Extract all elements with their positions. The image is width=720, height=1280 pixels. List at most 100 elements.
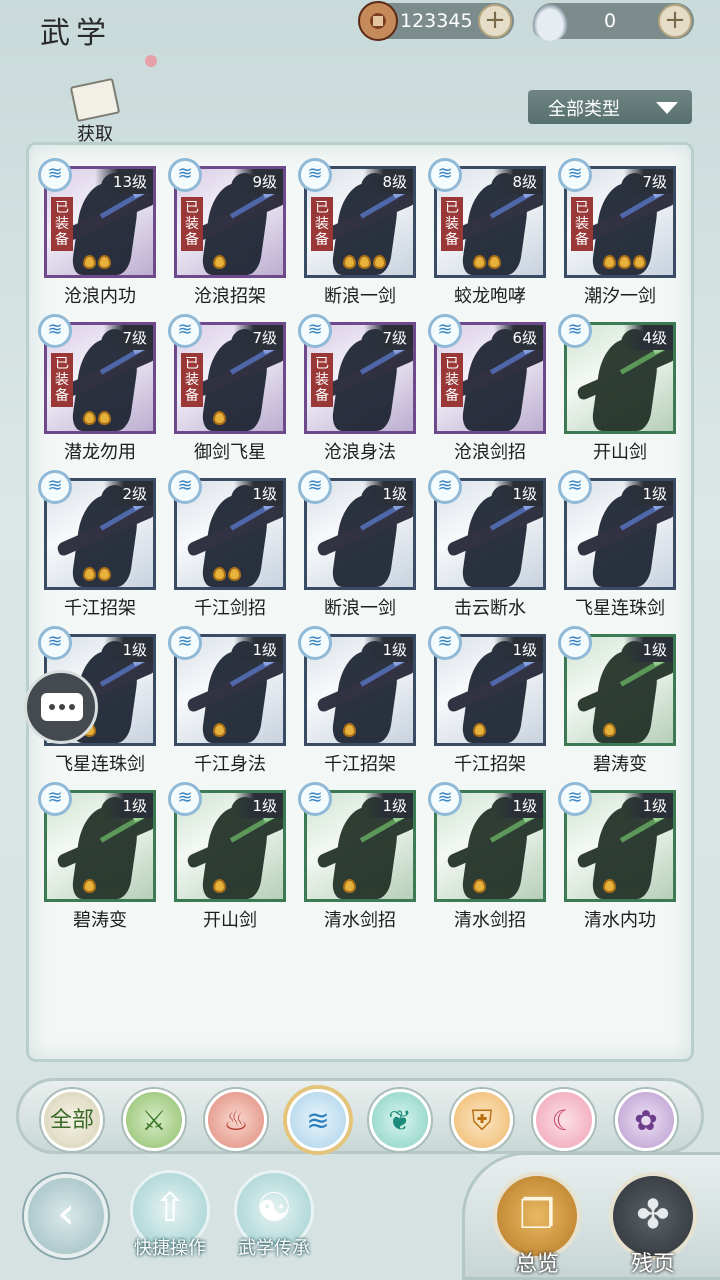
flame-pip-icon [213, 567, 226, 581]
back-button[interactable]: ‹ [24, 1174, 108, 1258]
category-c4[interactable]: ≋ [287, 1089, 349, 1151]
tab-overview[interactable]: ❐ 总览 [490, 1172, 584, 1278]
flame-pip-icon [473, 255, 486, 269]
skill-name: 碧涛变 [593, 754, 647, 775]
chevron-left-icon: ‹ [57, 1188, 75, 1239]
skill-name: 清水剑招 [324, 910, 396, 931]
equipped-tag: 已装备 [441, 197, 463, 251]
skill-card[interactable]: 4级 ≋ 开山剑 [558, 314, 676, 472]
skill-name: 千江身法 [194, 754, 266, 775]
skill-card[interactable]: 1级 ≋ 清水内功 [558, 782, 676, 940]
skill-level: 1级 [234, 793, 283, 818]
wave-school-icon: ≋ [298, 626, 332, 660]
skill-level: 9级 [234, 169, 283, 194]
skill-card[interactable]: 9级 已装备 ≋ 沧浪招架 [168, 158, 286, 316]
star-pips [603, 879, 616, 895]
skill-card[interactable]: 1级 ≋ 清水剑招 [428, 782, 546, 940]
star-pips [473, 879, 486, 895]
book-icon [69, 77, 121, 123]
copper-coin-value: 123345 [400, 10, 473, 32]
skill-card[interactable]: 1级 ≋ 飞星连珠剑 [558, 470, 676, 628]
skill-card[interactable]: 1级 ≋ 千江剑招 [168, 470, 286, 628]
skill-card[interactable]: 1级 ≋ 千江招架 [428, 626, 546, 784]
silver-ingot-icon [530, 1, 570, 41]
flame-pip-icon [213, 879, 226, 893]
star-pips [343, 723, 356, 739]
skill-card[interactable]: 1级 ≋ 击云断水 [428, 470, 546, 628]
skill-level: 1级 [364, 637, 413, 662]
star-pips [213, 567, 241, 583]
wave-school-icon: ≋ [38, 314, 72, 348]
wave-school-icon: ≋ [298, 314, 332, 348]
skill-level: 8级 [494, 169, 543, 194]
flame-pip-icon [618, 255, 631, 269]
category-c3[interactable]: ♨ [205, 1089, 267, 1151]
skill-card[interactable]: 8级 已装备 ≋ 蛟龙咆哮 [428, 158, 546, 316]
flame-pip-icon [213, 255, 226, 269]
category-all[interactable]: 全部 [41, 1089, 103, 1151]
add-silver-button[interactable]: + [658, 4, 692, 38]
skill-name: 沧浪内功 [64, 286, 136, 307]
skill-card[interactable]: 1级 ≋ 清水剑招 [298, 782, 416, 940]
skill-card[interactable]: 7级 已装备 ≋ 潜龙勿用 [38, 314, 156, 472]
category-c6[interactable]: ⛨ [451, 1089, 513, 1151]
wave-school-icon: ≋ [558, 314, 592, 348]
skill-level: 1级 [104, 637, 153, 662]
type-filter-label: 全部类型 [548, 99, 620, 120]
skill-card[interactable]: 6级 已装备 ≋ 沧浪剑招 [428, 314, 546, 472]
flame-pip-icon [473, 723, 486, 737]
silver-ingot-value: 0 [604, 10, 617, 32]
wave-school-icon: ≋ [38, 626, 72, 660]
flower-icon: ✿ [634, 1104, 658, 1137]
skill-card[interactable]: 7级 已装备 ≋ 御剑飞星 [168, 314, 286, 472]
skill-card[interactable]: 1级 ≋ 碧涛变 [38, 782, 156, 940]
flame-pip-icon [373, 255, 386, 269]
skill-name: 蛟龙咆哮 [454, 286, 526, 307]
acquire-button[interactable]: 获取 [60, 77, 130, 145]
tab-fragments[interactable]: ✤ 残页 [606, 1172, 700, 1278]
category-c8[interactable]: ✿ [615, 1089, 677, 1151]
skill-name: 千江招架 [64, 598, 136, 619]
skill-name: 清水剑招 [454, 910, 526, 931]
star-pips [473, 255, 501, 271]
category-c7[interactable]: ☾ [533, 1089, 595, 1151]
skill-level: 1级 [364, 481, 413, 506]
flame-pip-icon [98, 255, 111, 269]
skill-level: 4级 [624, 325, 673, 350]
skill-name: 碧涛变 [73, 910, 127, 931]
skill-level: 1级 [624, 637, 673, 662]
flame-pip-icon [603, 723, 616, 737]
skill-level: 1级 [234, 481, 283, 506]
skill-level: 6级 [494, 325, 543, 350]
skill-card[interactable]: 1级 ≋ 断浪一剑 [298, 470, 416, 628]
skill-card[interactable]: 1级 ≋ 千江身法 [168, 626, 286, 784]
silver-ingot-counter: 0 + [530, 1, 694, 41]
wave-school-icon: ≋ [38, 158, 72, 192]
wave-school-icon: ≋ [428, 314, 462, 348]
skill-card[interactable]: 8级 已装备 ≋ 断浪一剑 [298, 158, 416, 316]
type-filter-dropdown[interactable]: 全部类型 [528, 90, 692, 124]
skill-card[interactable]: 13级 已装备 ≋ 沧浪内功 [38, 158, 156, 316]
inherit-button[interactable]: ☯ 武学传承 [228, 1170, 320, 1260]
skill-card[interactable]: 7级 已装备 ≋ 沧浪身法 [298, 314, 416, 472]
skill-level: 1级 [104, 793, 153, 818]
skill-card[interactable]: 1级 ≋ 碧涛变 [558, 626, 676, 784]
chat-button[interactable] [24, 670, 98, 744]
skill-card[interactable]: 1级 ≋ 千江招架 [298, 626, 416, 784]
category-c5[interactable]: ❦ [369, 1089, 431, 1151]
skill-card[interactable]: 2级 ≋ 千江招架 [38, 470, 156, 628]
skill-card[interactable]: 7级 已装备 ≋ 潮汐一剑 [558, 158, 676, 316]
add-copper-button[interactable]: + [478, 4, 512, 38]
skill-name: 千江招架 [324, 754, 396, 775]
star-pips [343, 255, 386, 271]
skill-card[interactable]: 1级 ≋ 开山剑 [168, 782, 286, 940]
skill-level: 7级 [234, 325, 283, 350]
category-c2[interactable]: ⚔ [123, 1089, 185, 1151]
skill-name: 沧浪招架 [194, 286, 266, 307]
quick-ops-button[interactable]: ⇧ 快捷操作 [124, 1170, 216, 1260]
sword-icon: ⚔ [141, 1104, 167, 1137]
flame-pip-icon [603, 879, 616, 893]
top-bar: 武学 123345 + 0 + [0, 0, 720, 67]
skill-name: 开山剑 [593, 442, 647, 463]
wave-school-icon: ≋ [428, 782, 462, 816]
